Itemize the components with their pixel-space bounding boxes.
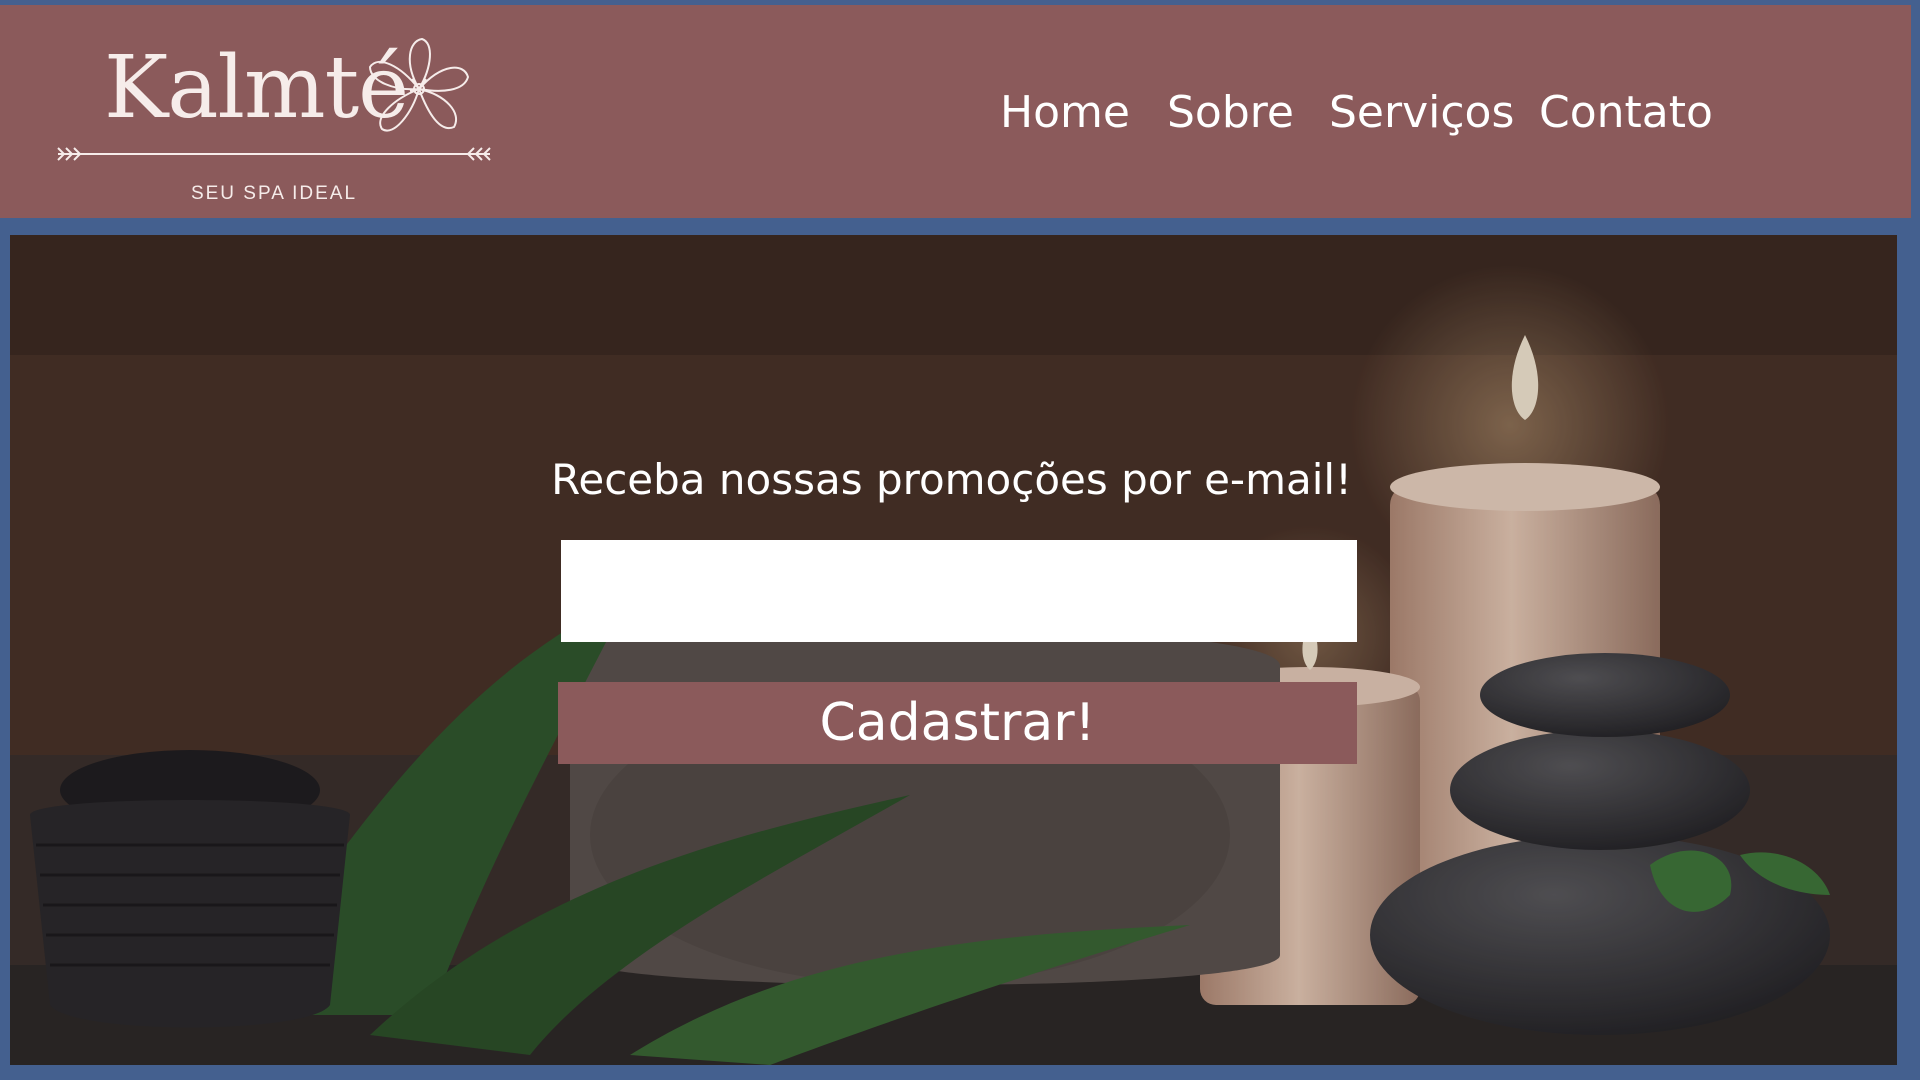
hero-section: Receba nossas promoções por e-mail! Cada… [10,235,1897,1065]
arrow-divider-icon [57,147,491,161]
nav-item-home[interactable]: Home [1000,87,1130,138]
email-input[interactable] [561,540,1357,642]
subscribe-button[interactable]: Cadastrar! [558,682,1357,764]
nav-item-sobre[interactable]: Sobre [1167,87,1294,138]
logo-wordmark: Kalmté [104,38,409,138]
nav-item-contato[interactable]: Contato [1539,87,1713,138]
nav-item-servicos[interactable]: Serviços [1329,87,1514,138]
hero-overlay [10,235,1897,1065]
promo-title: Receba nossas promoções por e-mail! [551,455,1352,504]
site-header: Kalmté SEU SPA IDEAL Home Sobre Serviços… [0,5,1911,218]
logo[interactable]: Kalmté SEU SPA IDEAL [54,25,494,215]
logo-tagline: SEU SPA IDEAL [190,183,358,204]
flower-icon [368,37,470,132]
